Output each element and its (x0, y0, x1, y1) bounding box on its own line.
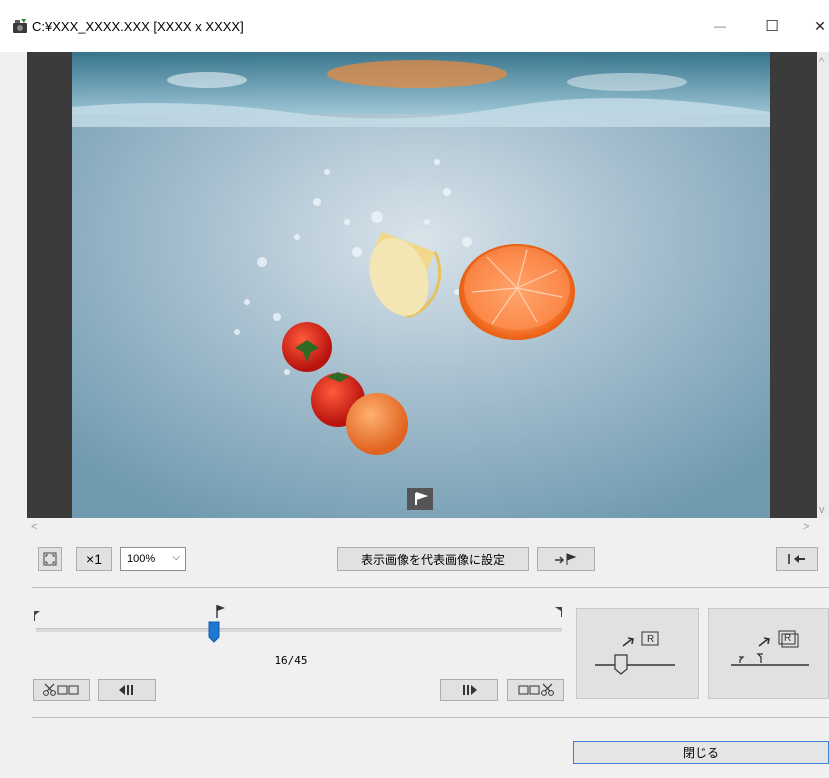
scroll-down-icon[interactable]: v (819, 504, 825, 516)
actual-size-label: ×1 (86, 551, 102, 567)
step-forward-icon (463, 685, 477, 695)
set-representative-image-button[interactable]: 表示画像を代表画像に設定 (337, 547, 529, 571)
scroll-right-icon[interactable]: > (803, 521, 809, 533)
window-title: C:¥XXX_XXXX.XXX [XXXX x XXXX] (32, 19, 244, 34)
close-icon: ✕ (814, 17, 826, 34)
maximize-icon: ☐ (765, 18, 779, 35)
extract-frame-icon: R (595, 631, 675, 675)
next-frame-button[interactable] (440, 679, 498, 701)
go-to-marker-button[interactable] (537, 547, 595, 571)
preview-image (72, 52, 770, 518)
svg-text:R: R (784, 633, 791, 644)
scroll-left-icon[interactable]: < (31, 521, 37, 533)
actual-size-button[interactable]: ×1 (76, 547, 112, 571)
start-marker-icon[interactable] (34, 610, 40, 621)
back-to-start-icon (788, 554, 805, 564)
zoom-select[interactable]: 100% ⌵ (120, 547, 186, 571)
close-button[interactable]: ✕ (808, 14, 829, 38)
clip-scissors-icon (518, 683, 554, 696)
divider (32, 587, 829, 588)
svg-text:R: R (647, 634, 654, 645)
frame-counter: 16/45 (274, 654, 308, 667)
timeline-track[interactable] (36, 628, 562, 632)
close-dialog-button[interactable]: 閉じる (573, 741, 829, 764)
fit-to-window-button[interactable] (38, 547, 62, 571)
extract-range-icon: R (731, 630, 809, 666)
divider-bottom (32, 717, 829, 718)
flag-marker-icon[interactable] (216, 604, 226, 618)
maximize-button[interactable]: ☐ (760, 14, 784, 38)
arrow-flag-icon (555, 553, 577, 565)
end-marker-icon[interactable] (555, 606, 562, 617)
fit-screen-icon (43, 552, 57, 566)
zoom-value: 100% (127, 553, 156, 565)
save-frames-in-range-button[interactable]: R (708, 608, 829, 699)
set-representative-label: 表示画像を代表画像に設定 (360, 552, 505, 567)
trim-end-button[interactable] (507, 679, 564, 701)
save-frame-as-image-button[interactable]: R (576, 608, 699, 699)
scroll-up-icon[interactable]: ^ (819, 56, 824, 68)
horizontal-scrollbar[interactable]: < > (27, 518, 817, 540)
minimize-icon: — (714, 19, 726, 33)
step-back-icon (119, 685, 133, 695)
close-button-label: 閉じる (682, 746, 719, 760)
vertical-scrollbar[interactable]: ^ v (817, 52, 829, 518)
chevron-down-icon: ⌵ (172, 552, 180, 563)
app-icon (12, 18, 28, 34)
image-preview[interactable] (27, 52, 829, 518)
previous-frame-button[interactable] (98, 679, 156, 701)
timeline-slider-thumb[interactable] (208, 621, 220, 643)
trim-start-button[interactable] (33, 679, 90, 701)
minimize-button[interactable]: — (708, 14, 732, 38)
title-bar: C:¥XXX_XXXX.XXX [XXXX x XXXX] — ☐ ✕ (0, 0, 829, 52)
scissors-clip-icon (42, 683, 78, 696)
back-to-start-button[interactable] (776, 547, 818, 571)
